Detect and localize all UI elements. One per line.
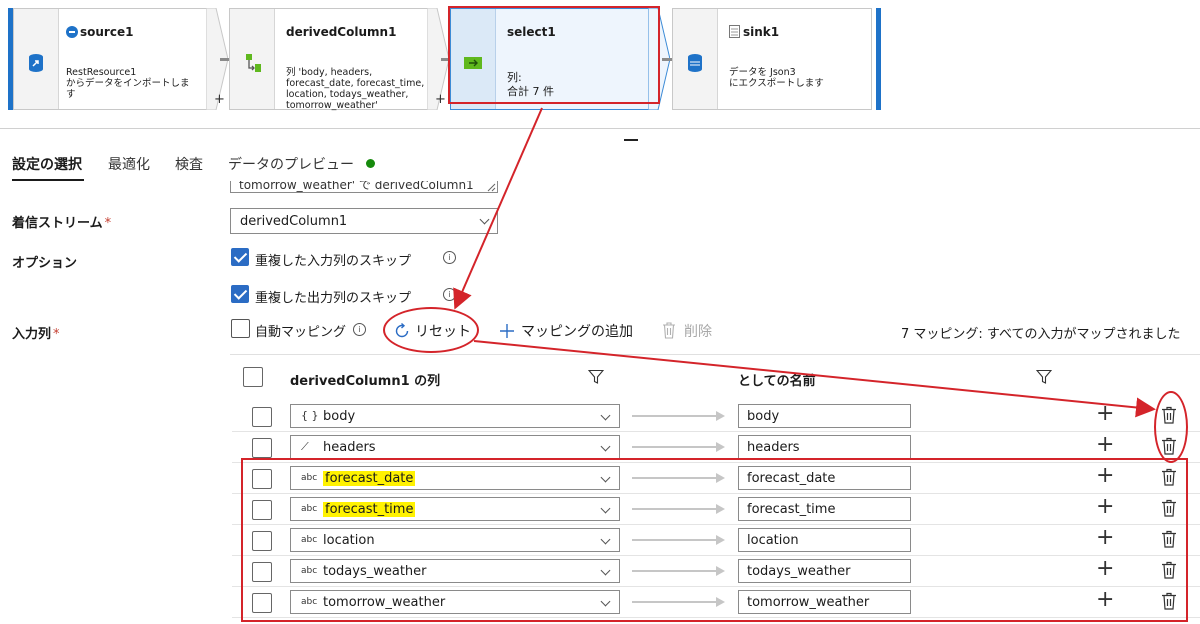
table-row: { } body body + xyxy=(232,401,1200,432)
input-columns-label: 入力列 * xyxy=(12,323,60,342)
source-column-name: body xyxy=(323,409,356,424)
add-row-button[interactable]: + xyxy=(1096,402,1114,426)
mapping-arrow xyxy=(632,446,716,448)
node-source1-title: source1 xyxy=(80,25,134,39)
grid-top-border xyxy=(230,354,1200,355)
expression-textarea[interactable]: tomorrow_weather' で derivedColumn1 xyxy=(230,181,498,193)
filter-icon[interactable] xyxy=(1036,369,1052,385)
add-mapping-label: マッピングの追加 xyxy=(521,324,633,340)
connector-3 xyxy=(662,58,672,61)
skip-duplicate-output-checkbox[interactable] xyxy=(231,285,249,303)
annotation-select1-box xyxy=(448,6,660,104)
select-all-checkbox[interactable] xyxy=(243,367,263,387)
row-checkbox[interactable] xyxy=(252,407,272,427)
incoming-stream-label-text: 着信ストリーム xyxy=(12,216,103,231)
column-type-icon: ⟋ xyxy=(301,440,309,453)
skip-duplicate-output-label: 重複した出力列のスキップ xyxy=(255,291,412,306)
tab-inspect[interactable]: 検査 xyxy=(175,154,203,174)
info-icon[interactable]: i xyxy=(353,323,366,336)
tab-data-preview[interactable]: データのプレビュー xyxy=(228,154,354,174)
node-sink1-desc: データを Json3 にエクスポートします xyxy=(729,67,824,89)
filter-icon[interactable] xyxy=(588,369,604,385)
row-checkbox[interactable] xyxy=(252,438,272,458)
source-column-header: derivedColumn1 の列 xyxy=(290,374,441,389)
annotation-abc-rows-box xyxy=(241,458,1188,622)
info-icon[interactable]: i xyxy=(443,288,456,301)
node-source1-sidebar xyxy=(14,9,59,109)
chevron-down-icon xyxy=(479,214,490,225)
mapping-arrowhead xyxy=(716,442,725,452)
column-type-icon: { } xyxy=(301,409,319,422)
source-icon xyxy=(29,54,43,72)
chevron-down-icon xyxy=(600,441,611,452)
skip-duplicate-input-label: 重複した入力列のスキップ xyxy=(255,254,412,269)
node-sink1-title: sink1 xyxy=(743,25,780,39)
node-source1-desc: RestResource1 からデータをインポートしま す xyxy=(66,67,190,100)
tab-optimize[interactable]: 最適化 xyxy=(108,154,150,174)
add-after-derivedcolumn1-button[interactable]: + xyxy=(435,92,446,107)
node-derivedcolumn1[interactable]: derivedColumn1 列 'body, headers, forecas… xyxy=(229,8,429,111)
source-column-name: headers xyxy=(323,440,376,455)
mapping-status: 7 マッピング: すべての入力がマップされました xyxy=(901,327,1181,342)
annotation-trash-ellipse xyxy=(1154,391,1188,463)
incoming-stream-value: derivedColumn1 xyxy=(240,214,348,229)
expression-text: tomorrow_weather' で derivedColumn1 xyxy=(239,181,474,192)
derived-column-icon xyxy=(246,54,261,72)
sink-icon xyxy=(688,54,702,72)
node-derivedcolumn1-sidebar xyxy=(230,9,275,109)
source-badge-icon xyxy=(66,26,78,38)
node-sink1-sidebar xyxy=(673,9,718,109)
node-source1[interactable]: source1 RestResource1 からデータをインポートしま す xyxy=(13,8,208,110)
mapping-arrowhead xyxy=(716,411,725,421)
annotation-reset-ellipse xyxy=(383,307,479,353)
info-icon[interactable]: i xyxy=(443,251,456,264)
dest-column-header: としての名前 xyxy=(738,374,816,389)
plus-icon xyxy=(500,324,514,338)
input-columns-label-text: 入力列 xyxy=(12,327,52,342)
node-derivedcolumn1-title: derivedColumn1 xyxy=(286,25,397,39)
data-preview-status-dot xyxy=(366,159,375,168)
source-column-select[interactable]: { } body xyxy=(290,404,620,428)
tab-select-settings[interactable]: 設定の選択 xyxy=(12,154,82,174)
chevron-down-icon xyxy=(600,410,611,421)
source-column-select[interactable]: ⟋ headers xyxy=(290,435,620,459)
auto-mapping-checkbox[interactable] xyxy=(231,319,250,338)
add-after-source1-button[interactable]: + xyxy=(214,92,225,107)
pipeline-canvas: source1 RestResource1 からデータをインポートしま す + … xyxy=(0,0,1200,128)
trash-icon xyxy=(663,322,675,339)
required-mark: * xyxy=(53,327,60,342)
sink-file-icon xyxy=(729,25,740,38)
options-label: オプション xyxy=(12,256,78,271)
panel-resize-handle[interactable] xyxy=(624,139,638,141)
active-tab-indicator xyxy=(12,179,84,181)
resize-grip-icon[interactable] xyxy=(486,182,496,192)
required-mark: * xyxy=(104,216,112,231)
dest-name-input[interactable]: body xyxy=(738,404,911,428)
node-derivedcolumn1-desc: 列 'body, headers, forecast_date, forecas… xyxy=(286,67,425,111)
mapping-arrow xyxy=(632,415,716,417)
dest-name-input[interactable]: headers xyxy=(738,435,911,459)
canvas-right-edge xyxy=(876,8,881,110)
delete-label: 削除 xyxy=(684,324,712,340)
incoming-stream-label: 着信ストリーム * xyxy=(12,212,111,231)
canvas-divider xyxy=(0,128,1200,129)
auto-mapping-label: 自動マッピング xyxy=(255,325,347,340)
node-sink1[interactable]: sink1 データを Json3 にエクスポートします xyxy=(672,8,872,110)
skip-duplicate-input-checkbox[interactable] xyxy=(231,248,249,266)
incoming-stream-select[interactable]: derivedColumn1 xyxy=(230,208,498,234)
add-row-button[interactable]: + xyxy=(1096,433,1114,457)
